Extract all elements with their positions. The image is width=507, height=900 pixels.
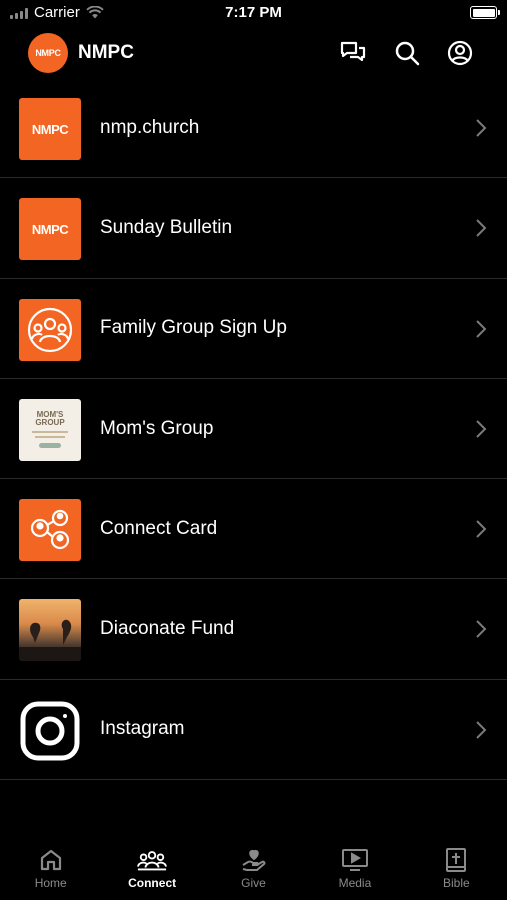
list-item-sunday-bulletin[interactable]: NMPC Sunday Bulletin — [0, 178, 507, 279]
play-screen-icon — [340, 846, 370, 874]
instagram-icon — [19, 699, 81, 762]
tab-label: Connect — [128, 876, 177, 890]
tab-label: Home — [34, 876, 67, 890]
profile-icon[interactable] — [445, 38, 475, 68]
battery-icon — [470, 6, 500, 19]
app-header: NMPC NMPC — [0, 28, 507, 78]
tab-bar: Home Connect Give Media Bible — [0, 838, 507, 900]
chevron-right-icon — [476, 520, 487, 538]
connect-list: NMPC nmp.church NMPC Sunday Bulletin Fam… — [0, 78, 507, 781]
give-heart-icon — [239, 846, 269, 874]
chevron-right-icon — [476, 119, 487, 137]
app-logo: NMPC — [28, 33, 68, 73]
home-icon — [36, 846, 66, 874]
chevron-right-icon — [476, 319, 487, 338]
heart-hands-photo — [19, 599, 81, 662]
nmpc-logo-thumb: NMPC — [19, 198, 81, 261]
tab-home[interactable]: Home — [0, 838, 101, 900]
tab-bible[interactable]: Bible — [406, 838, 507, 900]
tab-label: Give — [241, 876, 266, 890]
list-item-label: Connect Card — [100, 517, 218, 539]
list-item-instagram[interactable]: Instagram — [0, 680, 507, 781]
list-item-diaconate-fund[interactable]: Diaconate Fund — [0, 579, 507, 680]
chevron-right-icon — [476, 721, 487, 739]
chevron-right-icon — [476, 219, 487, 238]
list-item-nmp-church[interactable]: NMPC nmp.church — [0, 78, 507, 179]
chevron-right-icon — [476, 420, 487, 438]
list-item-label: Mom's Group — [100, 417, 214, 439]
list-item-label: Diaconate Fund — [100, 618, 235, 640]
tab-connect[interactable]: Connect — [101, 838, 202, 900]
tab-label: Media — [338, 876, 372, 890]
list-item-moms-group[interactable]: MOM'S GROUP Mom's Group — [0, 379, 507, 480]
status-time: 7:17 PM — [225, 4, 282, 21]
chevron-right-icon — [476, 620, 487, 639]
status-bar: Carrier 7:17 PM — [0, 0, 507, 28]
bible-icon — [441, 846, 471, 874]
list-item-family-group[interactable]: Family Group Sign Up — [0, 279, 507, 379]
moms-group-thumb: MOM'S GROUP — [19, 398, 81, 461]
list-item-label: Family Group Sign Up — [100, 317, 287, 339]
list-item-label: Sunday Bulletin — [100, 216, 233, 238]
list-item-label: nmp.church — [100, 116, 200, 138]
chat-icon[interactable] — [338, 38, 368, 68]
app-title: NMPC — [78, 42, 134, 63]
group-icon — [19, 298, 81, 361]
search-icon[interactable] — [392, 38, 422, 68]
people-icon — [137, 846, 168, 874]
tab-media[interactable]: Media — [304, 838, 405, 900]
tab-give[interactable]: Give — [203, 838, 304, 900]
list-item-label: Instagram — [100, 718, 185, 740]
connect-network-icon — [19, 499, 81, 562]
tab-label: Bible — [442, 876, 470, 890]
list-item-connect-card[interactable]: Connect Card — [0, 479, 507, 580]
nmpc-logo-thumb: NMPC — [19, 98, 81, 160]
